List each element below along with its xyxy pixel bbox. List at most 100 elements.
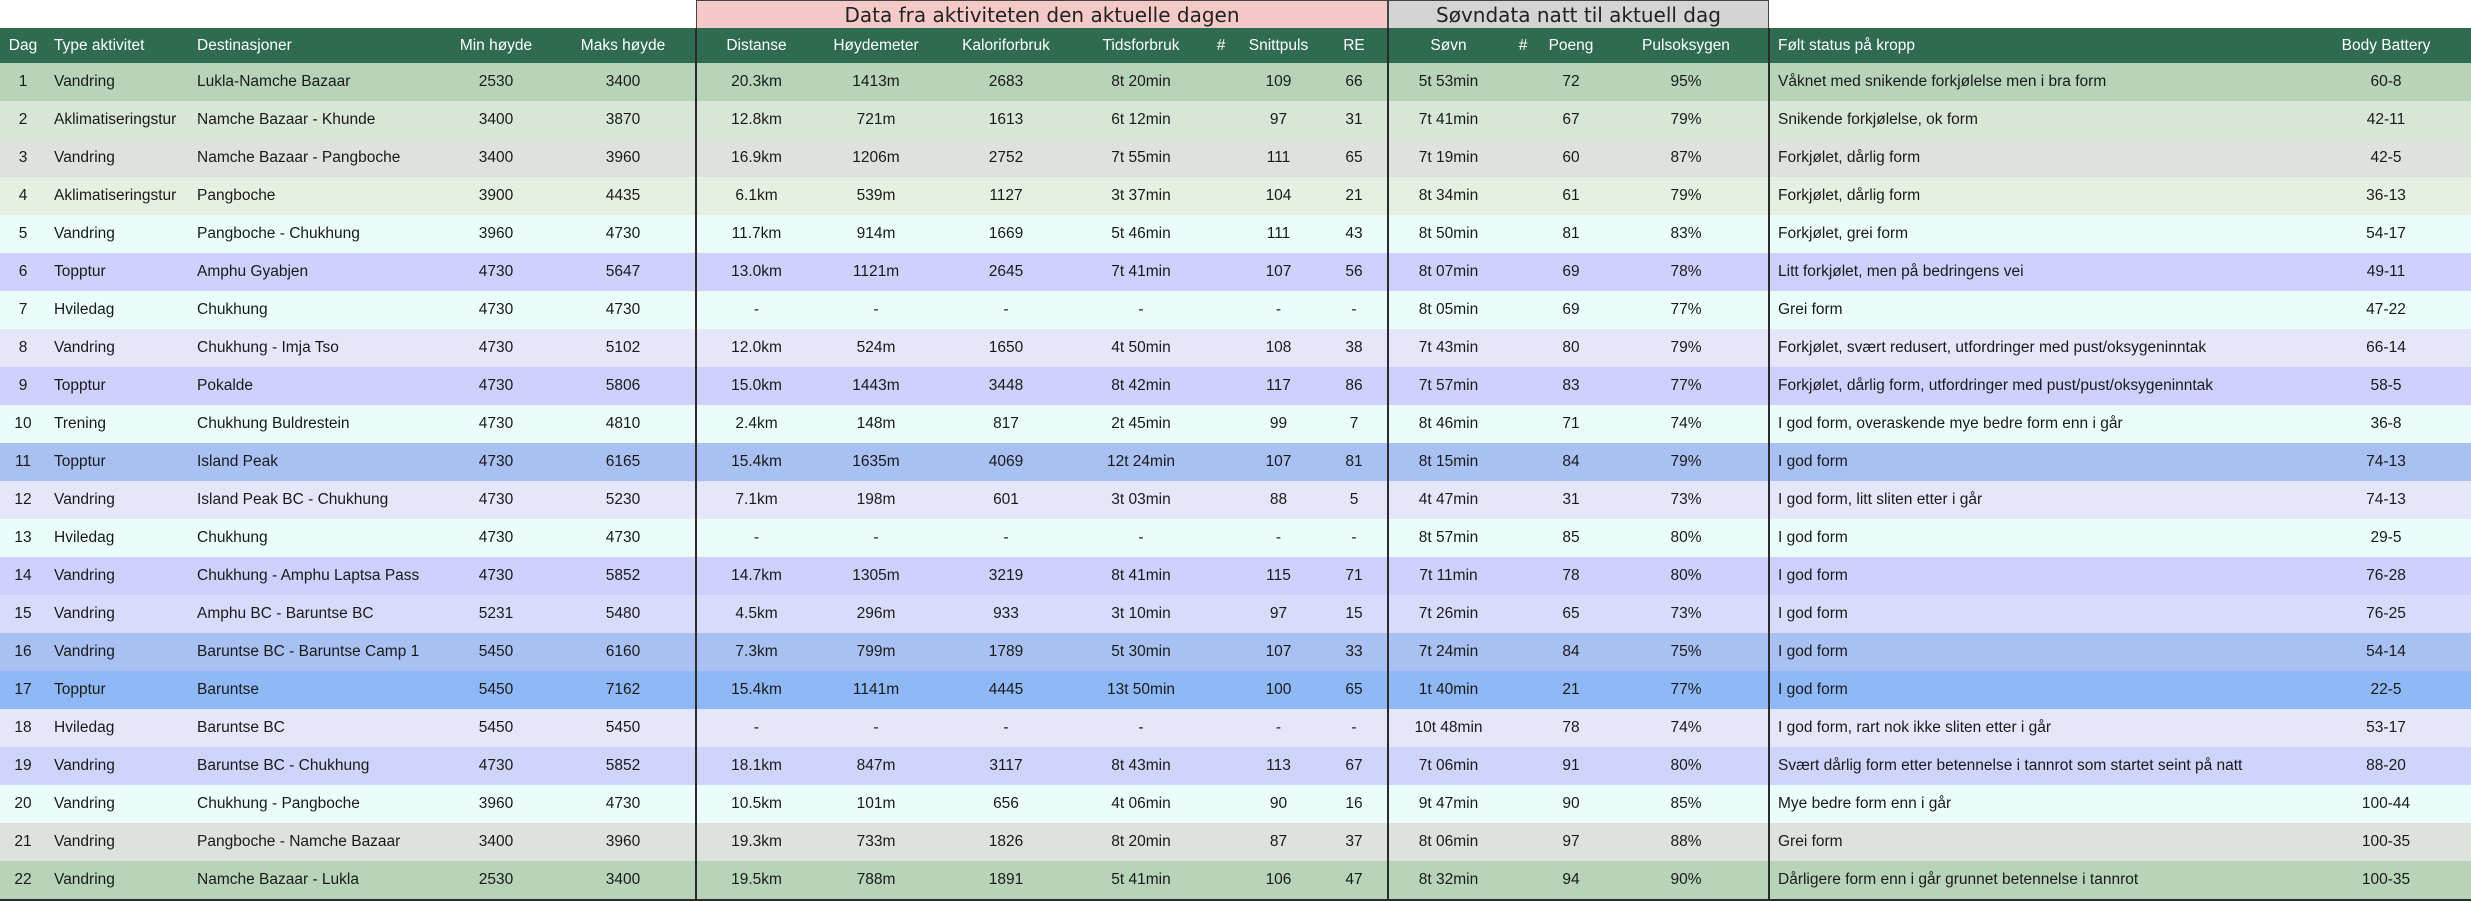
- cell-sovn: 1t 40min: [1387, 671, 1508, 709]
- column-header-type-aktivitet[interactable]: Type aktivitet: [46, 28, 189, 63]
- cell-distanse: 15.0km: [695, 367, 816, 405]
- cell-folt-status: I god form: [1768, 557, 2301, 595]
- cell-poeng: 78: [1562, 567, 1580, 584]
- column-header-hoydemeter[interactable]: Høydemeter: [816, 28, 936, 63]
- cell-re: -: [1351, 301, 1357, 318]
- cell-kaloriforbruk: -: [1003, 719, 1009, 736]
- cell-poeng: 81: [1562, 225, 1580, 242]
- cell-kaloriforbruk: 2683: [988, 73, 1024, 90]
- cell-distanse: 12.8km: [695, 101, 816, 139]
- column-header-sovn[interactable]: Søvn: [1387, 28, 1508, 63]
- cell-re: -: [1351, 529, 1357, 546]
- cell-snittpuls: 107: [1265, 263, 1292, 280]
- cell-distanse: -: [695, 709, 816, 747]
- cell-hoydemeter: 1443m: [852, 377, 900, 394]
- column-header-snittpuls[interactable]: Snittpuls: [1236, 28, 1321, 63]
- cell-folt-status: I god form, rart nok ikke sliten etter i…: [1768, 709, 2301, 747]
- cell-hoydemeter: 914m: [856, 225, 896, 242]
- cell-re: 16: [1345, 795, 1363, 812]
- table-row: 10 Trening Chukhung Buldrestein 4730 4810 2.4…: [0, 405, 2471, 443]
- cell-type-aktivitet: Aklimatiseringstur: [54, 187, 177, 204]
- cell-body-battery: 22-5: [2370, 681, 2402, 698]
- cell-kaloriforbruk: 601: [993, 491, 1019, 508]
- cell-pulsoksygen: 74%: [1670, 415, 1702, 432]
- cell-type-aktivitet: Topptur: [54, 377, 106, 394]
- cell-kaloriforbruk: 1613: [988, 111, 1024, 128]
- cell-snittpuls: 90: [1269, 795, 1288, 812]
- cell-kaloriforbruk: 656: [993, 795, 1019, 812]
- cell-pulsoksygen: 77%: [1670, 301, 1702, 318]
- cell-re: 56: [1345, 263, 1363, 280]
- cell-dag: 21: [14, 833, 32, 850]
- cell-sovn: 7t 43min: [1387, 329, 1508, 367]
- cell-hoydemeter: 733m: [856, 833, 896, 850]
- cell-sleep-count: [1508, 443, 1538, 481]
- cell-folt-status: Forkjølet, grei form: [1768, 215, 2301, 253]
- cell-poeng: 94: [1538, 861, 1604, 901]
- cell-activity-count: [1206, 747, 1236, 785]
- cell-folt-status: Svært dårlig form etter betennelse i tan…: [1768, 747, 2301, 785]
- column-header-maks-hoyde[interactable]: Maks høyde: [551, 28, 696, 63]
- cell-folt-status: I god form: [1768, 671, 2301, 709]
- column-header-body-battery[interactable]: Body Battery: [2301, 28, 2471, 63]
- cell-activity-count: [1206, 63, 1236, 101]
- cell-re: 15: [1345, 605, 1363, 622]
- cell-poeng: 65: [1562, 605, 1580, 622]
- column-header-folt-status[interactable]: Følt status på kropp: [1768, 28, 2301, 63]
- cell-re: 21: [1345, 187, 1363, 204]
- cell-body-battery: 76-28: [2366, 567, 2406, 584]
- column-header-activity-count[interactable]: #: [1206, 28, 1236, 63]
- table-row: 6 Topptur Amphu Gyabjen 4730 5647 13.0km 1121m…: [0, 253, 2471, 291]
- cell-hoydemeter: 788m: [816, 861, 936, 901]
- cell-min-hoyde: 2530: [478, 73, 514, 90]
- cell-maks-hoyde: 5450: [605, 719, 641, 736]
- cell-destinasjoner: Lukla-Namche Bazaar: [197, 73, 351, 90]
- column-header-distanse[interactable]: Distanse: [695, 28, 816, 63]
- cell-kaloriforbruk: 817: [993, 415, 1019, 432]
- cell-distanse: 13.0km: [695, 253, 816, 291]
- table-row: 21 Vandring Pangboche - Namche Bazaar 3400 3…: [0, 823, 2471, 861]
- trek-log-table: Dag Type aktivitet Destinasjoner Min høyde M…: [0, 28, 2471, 901]
- cell-hoydemeter: 296m: [856, 605, 896, 622]
- cell-type-aktivitet: Aklimatiseringstur: [54, 111, 177, 128]
- column-header-destinasjoner[interactable]: Destinasjoner: [189, 28, 441, 63]
- cell-maks-hoyde: 5480: [605, 605, 641, 622]
- table-row: 13 Hviledag Chukhung 4730 4730 - - - - - - 8t 57min…: [0, 519, 2471, 557]
- cell-kaloriforbruk: 4069: [988, 453, 1024, 470]
- cell-tidsforbruk: 5t 30min: [1111, 643, 1171, 660]
- column-header-poeng[interactable]: Poeng: [1538, 28, 1604, 63]
- sleep-data-banner: Søvndata natt til aktuell dag: [1388, 0, 1769, 28]
- cell-body-battery: 29-5: [2370, 529, 2402, 546]
- cell-activity-count: [1206, 367, 1236, 405]
- cell-kaloriforbruk: -: [1003, 529, 1009, 546]
- cell-kaloriforbruk: 2645: [988, 263, 1024, 280]
- cell-sleep-count: [1508, 215, 1538, 253]
- cell-tidsforbruk: 7t 55min: [1111, 149, 1171, 166]
- cell-maks-hoyde: 5647: [605, 263, 641, 280]
- column-header-min-hoyde[interactable]: Min høyde: [441, 28, 551, 63]
- cell-distanse: 20.3km: [695, 63, 816, 101]
- column-header-kaloriforbruk[interactable]: Kaloriforbruk: [936, 28, 1076, 63]
- cell-destinasjoner: Namche Bazaar - Pangboche: [197, 149, 401, 166]
- cell-type-aktivitet: Vandring: [54, 605, 115, 622]
- cell-destinasjoner: Chukhung - Pangboche: [197, 795, 360, 812]
- cell-destinasjoner: Baruntse: [197, 681, 260, 698]
- column-header-re[interactable]: RE: [1321, 28, 1388, 63]
- cell-body-battery: 42-11: [2366, 111, 2406, 128]
- column-header-tidsforbruk[interactable]: Tidsforbruk: [1076, 28, 1206, 63]
- cell-maks-hoyde: 5852: [605, 567, 641, 584]
- cell-snittpuls: 107: [1265, 453, 1292, 470]
- cell-folt-status: I god form: [1768, 443, 2301, 481]
- cell-type-aktivitet: Vandring: [54, 567, 115, 584]
- column-header-dag[interactable]: Dag: [0, 28, 46, 63]
- cell-hoydemeter: 1121m: [852, 263, 900, 280]
- cell-sleep-count: [1508, 595, 1538, 633]
- cell-min-hoyde: 4730: [478, 491, 514, 508]
- cell-distanse: 7.1km: [695, 481, 816, 519]
- column-header-pulsoksygen[interactable]: Pulsoksygen: [1604, 28, 1769, 63]
- table-row: 2 Aklimatiseringstur Namche Bazaar - Khund…: [0, 101, 2471, 139]
- cell-destinasjoner: Pangboche - Chukhung: [197, 225, 360, 242]
- cell-snittpuls: 113: [1266, 757, 1291, 774]
- cell-destinasjoner: Chukhung: [197, 301, 268, 318]
- column-header-sleep-count[interactable]: #: [1508, 28, 1538, 63]
